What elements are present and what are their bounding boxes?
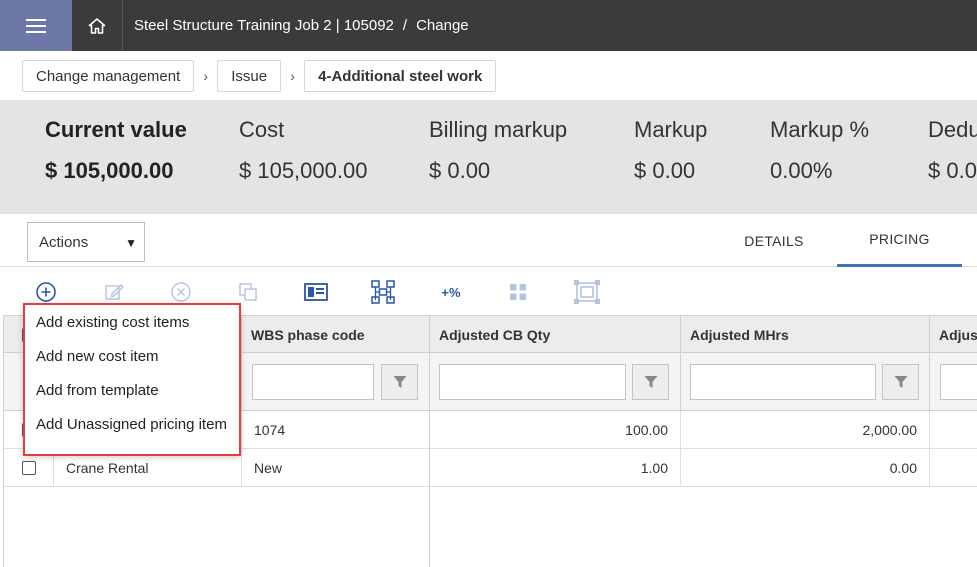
top-bar: Steel Structure Training Job 2 | 105092 … — [0, 0, 977, 51]
hierarchy-icon[interactable] — [368, 278, 398, 306]
filter-icon[interactable] — [882, 364, 919, 400]
breadcrumb: Change management › Issue › 4-Additional… — [22, 60, 497, 92]
card-view-icon[interactable] — [301, 278, 331, 306]
metric-markup-percent: Markup % 0.00% — [770, 117, 869, 184]
page-title: Change — [416, 17, 469, 34]
wbs-filter-input[interactable] — [252, 364, 374, 400]
metric-label: Dedu — [928, 117, 977, 142]
summary-band: Current value $ 105,000.00 Cost $ 105,00… — [0, 100, 977, 214]
cancel-circle-icon[interactable] — [166, 278, 196, 306]
breadcrumb-issue[interactable]: Issue — [217, 60, 282, 92]
row-checkbox[interactable] — [22, 460, 36, 475]
adjusted-cb-qty-header[interactable]: Adjusted CB Qty — [430, 316, 681, 353]
filter-icon[interactable] — [632, 364, 669, 400]
job-title[interactable]: Steel Structure Training Job 2 | 105092 — [134, 17, 394, 34]
breadcrumb-current-issue[interactable]: 4-Additional steel work — [304, 60, 497, 92]
metric-value: 0.00% — [770, 158, 833, 183]
filter-cell-wbs — [242, 353, 430, 411]
wbs-phase-code-header[interactable]: WBS phase code — [242, 316, 430, 353]
metric-value: $ 0.0 — [928, 158, 977, 183]
metric-deductions: Dedu $ 0.0 — [928, 117, 977, 184]
metric-billing-markup: Billing markup $ 0.00 — [429, 117, 567, 184]
mhrs-cell: 2,000.00 — [681, 411, 930, 448]
metric-label: Markup % — [770, 117, 870, 142]
fit-frame-icon[interactable] — [572, 278, 602, 306]
copy-icon[interactable] — [233, 278, 263, 306]
chevron-right-icon: › — [203, 68, 209, 84]
wbs-cell: New — [242, 449, 430, 486]
filter-cell-cb-qty — [430, 353, 681, 411]
home-icon[interactable] — [72, 0, 122, 51]
next-filter-input[interactable] — [940, 364, 977, 400]
filter-icon[interactable] — [381, 364, 418, 400]
filter-cell-next — [930, 353, 977, 411]
edit-icon[interactable] — [99, 278, 129, 306]
chevron-right-icon: › — [290, 68, 295, 84]
actions-label: Actions — [39, 233, 89, 251]
metric-value: $ 0.00 — [429, 158, 491, 183]
percent-markup-icon[interactable]: +% — [436, 278, 466, 306]
frozen-column-divider — [429, 411, 430, 567]
metric-label: Current value — [45, 117, 187, 142]
menu-add-new-cost-item[interactable]: Add new cost item — [36, 348, 159, 365]
metric-label: Cost — [239, 117, 285, 142]
cb-qty-cell: 100.00 — [430, 411, 681, 448]
menu-add-from-template[interactable]: Add from template — [36, 382, 159, 399]
breadcrumb-change-management[interactable]: Change management — [22, 60, 195, 92]
cb-qty-filter-input[interactable] — [439, 364, 626, 400]
percent-label: +% — [441, 284, 461, 300]
menu-add-unassigned-pricing-item[interactable]: Add Unassigned pricing item — [36, 416, 227, 433]
menu-add-existing-cost-items[interactable]: Add existing cost items — [36, 314, 189, 331]
title-separator: / — [402, 17, 408, 34]
metric-markup: Markup $ 0.00 — [634, 117, 707, 184]
metric-value: $ 0.00 — [634, 158, 696, 183]
caret-down-icon: ▼ — [125, 236, 137, 250]
actions-dropdown[interactable]: Actions ▼ — [27, 222, 145, 262]
tab-pricing[interactable]: PRICING — [837, 214, 962, 267]
hamburger-icon[interactable] — [0, 0, 72, 51]
topbar-divider — [122, 0, 123, 51]
metric-label: Markup — [634, 117, 708, 142]
filter-cell-mhrs — [681, 353, 930, 411]
metric-value: $ 105,000.00 — [239, 158, 368, 183]
adjusted-next-header[interactable]: Adjus — [930, 316, 977, 353]
tab-details[interactable]: DETAILS — [721, 214, 827, 267]
add-item-menu: Add existing cost items Add new cost ite… — [23, 303, 241, 456]
cb-qty-cell: 1.00 — [430, 449, 681, 486]
mhrs-filter-input[interactable] — [690, 364, 876, 400]
actions-tabs-row: Actions ▼ DETAILS PRICING — [0, 214, 977, 267]
metric-cost: Cost $ 105,000.00 — [239, 117, 367, 184]
metric-value: $ 105,000.00 — [45, 158, 174, 183]
grid-icon[interactable] — [503, 278, 533, 306]
adjusted-mhrs-header[interactable]: Adjusted MHrs — [681, 316, 930, 353]
metric-label: Billing markup — [429, 117, 568, 142]
wbs-cell: 1074 — [242, 411, 430, 448]
mhrs-cell: 0.00 — [681, 449, 930, 486]
metric-current-value: Current value $ 105,000.00 — [45, 117, 187, 184]
add-circle-icon[interactable] — [31, 278, 61, 306]
